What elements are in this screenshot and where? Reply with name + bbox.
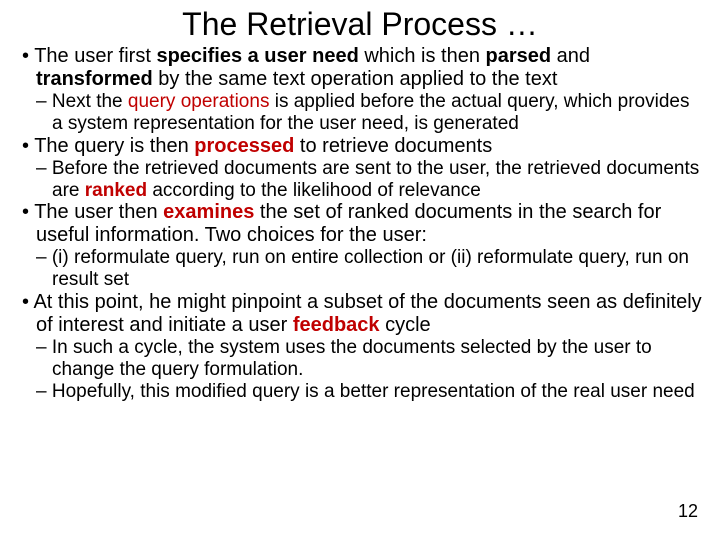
text-run: and	[551, 45, 590, 67]
text-run: The user then	[34, 201, 163, 223]
text-run: Next the	[52, 91, 128, 112]
text-run: The query is then	[34, 135, 194, 157]
bullet-l1: The user then examines the set of ranked…	[16, 201, 704, 247]
bullet-l1: At this point, he might pinpoint a subse…	[16, 291, 704, 337]
text-run: cycle	[380, 314, 431, 336]
bullet-l2: Next the query operations is applied bef…	[16, 91, 704, 135]
page-number: 12	[678, 501, 698, 522]
text-run: according to the likelihood of relevance	[147, 180, 481, 201]
text-run: transformed	[36, 68, 153, 90]
bullet-l1: The query is then processed to retrieve …	[16, 135, 704, 158]
bullet-l1: The user first specifies a user need whi…	[16, 45, 704, 91]
bullet-l2: Hopefully, this modified query is a bett…	[16, 381, 704, 403]
text-run: parsed	[486, 45, 552, 67]
text-run: In such a cycle, the system uses the doc…	[52, 337, 652, 380]
text-run: processed	[194, 135, 294, 157]
text-run: specifies a user need	[156, 45, 358, 67]
text-run: ranked	[85, 180, 147, 201]
text-run: query operations	[128, 91, 270, 112]
text-run: to retrieve documents	[294, 135, 492, 157]
slide: The Retrieval Process … The user first s…	[0, 0, 720, 540]
text-run: The user first	[34, 45, 156, 67]
text-run: (i) reformulate query, run on entire col…	[52, 247, 689, 290]
bullet-l2: (i) reformulate query, run on entire col…	[16, 247, 704, 291]
text-run: by the same text operation applied to th…	[153, 68, 558, 90]
text-run: which is then	[359, 45, 486, 67]
text-run: examines	[163, 201, 254, 223]
bullet-l2: In such a cycle, the system uses the doc…	[16, 337, 704, 381]
bullet-l2: Before the retrieved documents are sent …	[16, 158, 704, 202]
slide-body: The user first specifies a user need whi…	[16, 45, 704, 403]
slide-title: The Retrieval Process …	[16, 6, 704, 43]
text-run: feedback	[293, 314, 380, 336]
text-run: Hopefully, this modified query is a bett…	[52, 381, 695, 402]
